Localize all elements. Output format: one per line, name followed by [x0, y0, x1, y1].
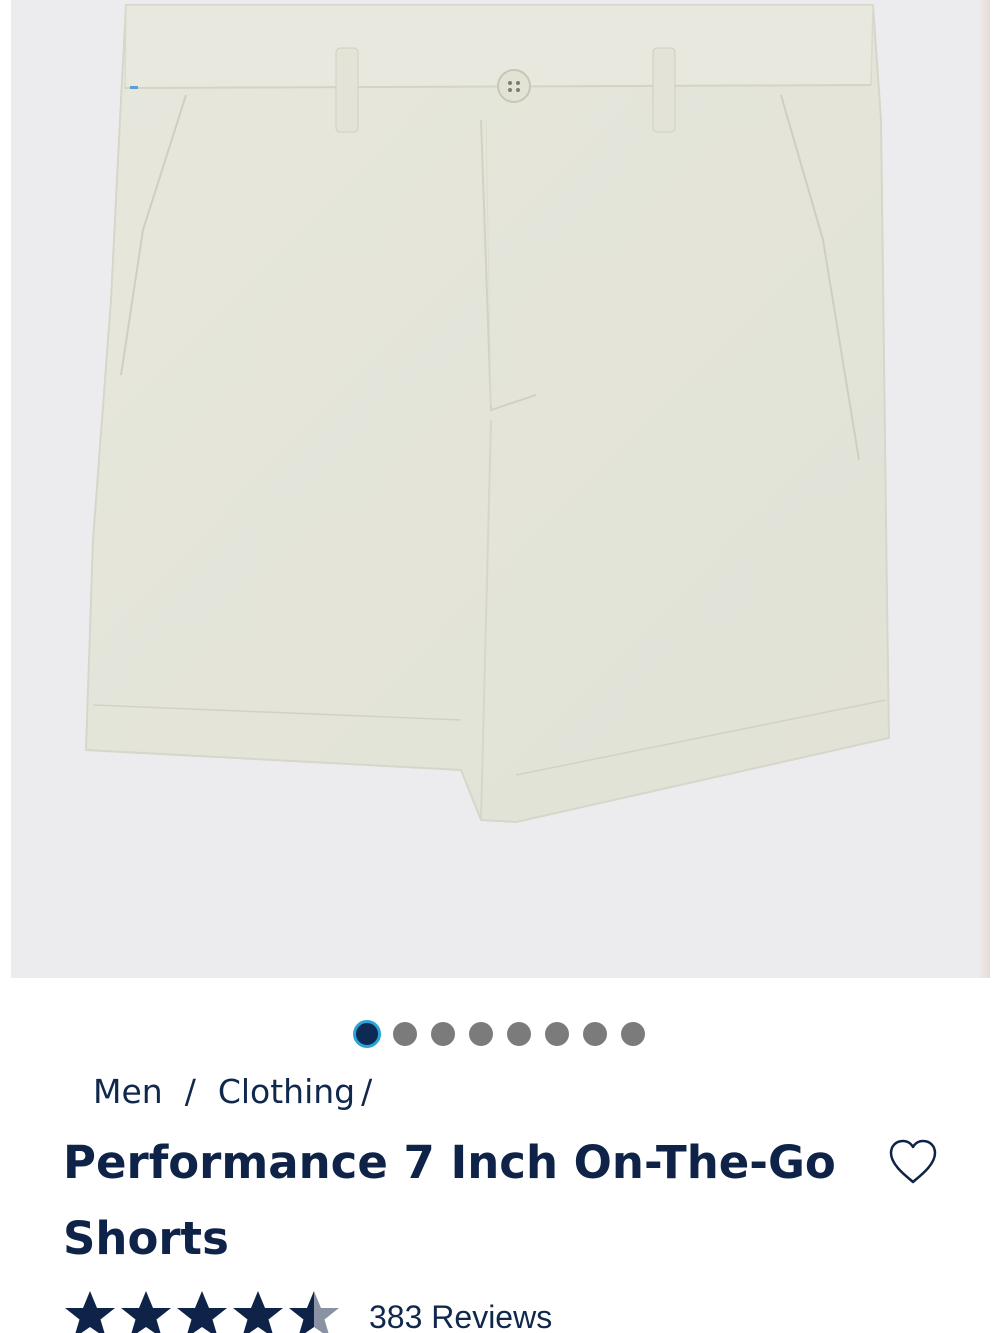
carousel-dot-6[interactable] — [545, 1022, 569, 1046]
carousel-dot-2[interactable] — [393, 1022, 417, 1046]
breadcrumb-separator: / — [361, 1072, 373, 1111]
breadcrumb: Men / Clothing / — [93, 1072, 372, 1111]
breadcrumb-link-clothing[interactable]: Clothing — [218, 1072, 355, 1111]
star-icon — [177, 1291, 227, 1333]
carousel-dot-4[interactable] — [469, 1022, 493, 1046]
star-rating — [63, 1289, 341, 1333]
breadcrumb-separator: / — [184, 1072, 196, 1111]
star-icon — [121, 1291, 171, 1333]
carousel-dot-8[interactable] — [621, 1022, 645, 1046]
product-title: Performance 7 Inch On-The-Go Shorts — [63, 1136, 836, 1265]
breadcrumb-link-men[interactable]: Men — [93, 1072, 163, 1111]
carousel-dot-3[interactable] — [431, 1022, 455, 1046]
half-star-icon — [289, 1291, 339, 1333]
reviews-count-link[interactable]: 383 Reviews — [369, 1299, 552, 1333]
carousel-dot-7[interactable] — [583, 1022, 607, 1046]
product-image[interactable] — [11, 0, 980, 978]
shorts-illustration — [84, 4, 891, 824]
product-page: Men / Clothing / Performance 7 Inch On-The-… — [0, 0, 1000, 1333]
carousel-dot-5[interactable] — [507, 1022, 531, 1046]
star-icon — [233, 1291, 283, 1333]
heart-outline-icon[interactable] — [887, 1138, 939, 1186]
carousel-dot-1[interactable] — [353, 1020, 381, 1048]
rating-summary[interactable]: 383 Reviews — [63, 1290, 552, 1333]
star-icon — [65, 1291, 115, 1333]
next-image-peek — [980, 0, 990, 978]
image-carousel-dots — [353, 1020, 645, 1048]
